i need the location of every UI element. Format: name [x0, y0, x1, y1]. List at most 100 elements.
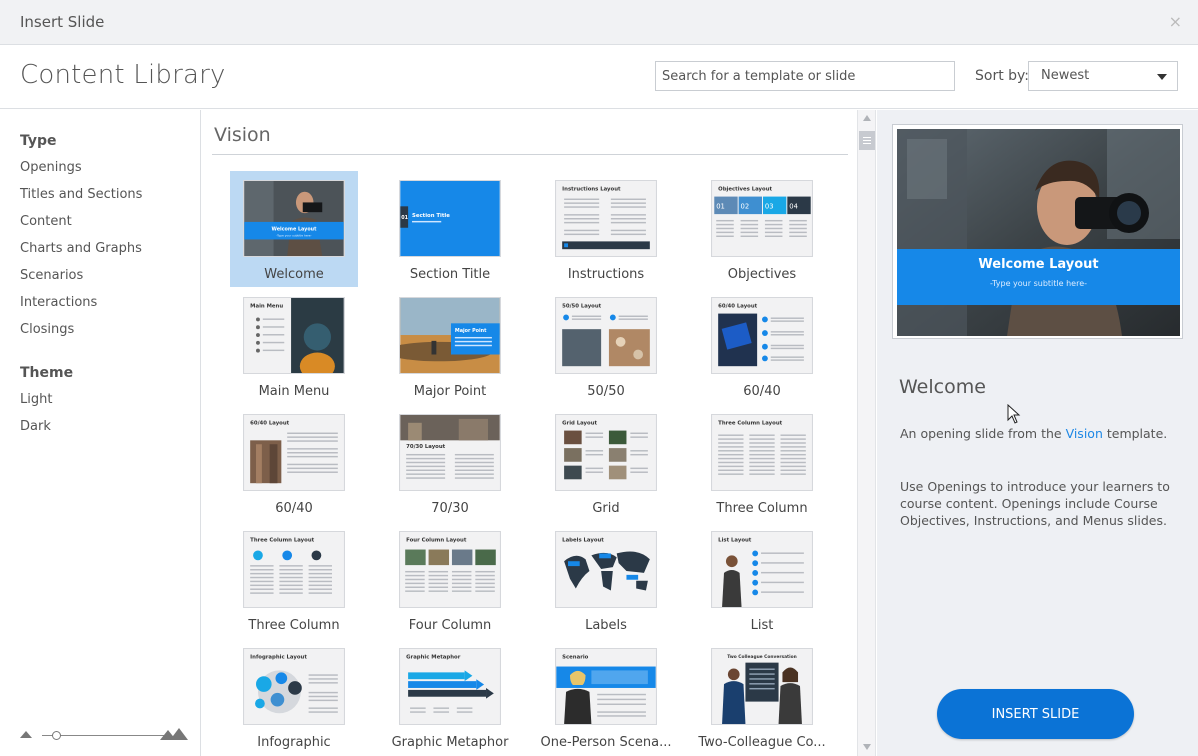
section-divider	[212, 154, 848, 155]
slide-thumbnail-image: Two Colleague Conversation	[712, 649, 812, 724]
filter-dark[interactable]: Dark	[20, 419, 51, 434]
filter-light[interactable]: Light	[20, 392, 52, 407]
preview-title: Welcome	[899, 376, 986, 398]
svg-text:Graphic Metaphor: Graphic Metaphor	[406, 655, 461, 661]
filter-openings[interactable]: Openings	[20, 160, 82, 175]
preview-source-prefix: An opening slide from the	[900, 426, 1066, 441]
window-title: Insert Slide	[20, 13, 105, 31]
tile-label: Labels	[585, 618, 627, 633]
svg-text:04: 04	[789, 202, 798, 210]
slide-thumbnail-image: Major Point	[400, 298, 500, 373]
template-tile[interactable]: Three Column Layout Three Column	[698, 405, 826, 521]
template-tile[interactable]: Four Column Layout Four Column	[386, 522, 514, 638]
slide-thumbnail-image: Infographic Layout	[244, 649, 344, 724]
slide-thumbnail: Objectives Layout 01 02 03 04	[711, 180, 813, 257]
preview-panel: Welcome Layout -Type your subtitle here-…	[877, 110, 1198, 756]
template-tile[interactable]: List Layout List	[698, 522, 826, 638]
scroll-down-icon[interactable]	[863, 744, 871, 750]
template-tile[interactable]: Graphic Metaphor Graphic Metaphor	[386, 639, 514, 755]
search-input[interactable]	[655, 61, 955, 91]
scroll-thumb[interactable]	[859, 131, 875, 150]
svg-text:Welcome Layout: Welcome Layout	[272, 227, 318, 233]
gallery-scrollbar[interactable]	[857, 110, 876, 756]
svg-text:Section Title: Section Title	[412, 213, 450, 219]
filter-interactions[interactable]: Interactions	[20, 295, 97, 310]
svg-text:Three Column Layout: Three Column Layout	[250, 538, 314, 544]
template-tile[interactable]: Welcome Layout -Type your subtitle here-…	[230, 171, 358, 287]
slide-thumbnail-image: 60/40 Layout	[244, 415, 344, 490]
svg-text:Grid Layout: Grid Layout	[562, 421, 597, 427]
slide-thumbnail-image: 50/50 Layout	[556, 298, 656, 373]
template-link[interactable]: Vision	[1066, 426, 1103, 441]
template-tile[interactable]: Two Colleague Conversation Two-Colleague…	[698, 639, 826, 755]
template-tile[interactable]: Grid Layout Grid	[542, 405, 670, 521]
tile-label: 60/40	[275, 501, 313, 516]
insert-slide-button[interactable]: INSERT SLIDE	[937, 689, 1134, 739]
title-bar: Insert Slide ×	[0, 0, 1198, 45]
slide-thumbnail: Major Point	[399, 297, 501, 374]
template-tile[interactable]: Major Point Major Point	[386, 288, 514, 404]
filter-scenarios[interactable]: Scenarios	[20, 268, 83, 283]
slide-thumbnail: Main Menu	[243, 297, 345, 374]
large-mountain-icon	[160, 728, 188, 740]
svg-text:Main Menu: Main Menu	[250, 304, 283, 310]
template-tile[interactable]: Objectives Layout 01 02 03 04 Objectives	[698, 171, 826, 287]
template-tile[interactable]: 01 Section Title Section Title	[386, 171, 514, 287]
svg-text:Major Point: Major Point	[455, 328, 487, 334]
tile-label: Graphic Metaphor	[391, 735, 509, 750]
slide-thumbnail: Labels Layout	[555, 531, 657, 608]
filter-closings[interactable]: Closings	[20, 322, 74, 337]
slide-thumbnail: Grid Layout	[555, 414, 657, 491]
slide-thumbnail: Graphic Metaphor	[399, 648, 501, 725]
template-tile[interactable]: 70/30 Layout 70/30	[386, 405, 514, 521]
svg-text:01: 01	[401, 215, 408, 221]
template-tile[interactable]: Three Column Layout Three Column	[230, 522, 358, 638]
slide-thumbnail-image: Instructions Layout	[556, 181, 656, 256]
filter-charts-graphs[interactable]: Charts and Graphs	[20, 241, 142, 256]
svg-text:50/50 Layout: 50/50 Layout	[562, 304, 601, 310]
tile-label: Infographic	[257, 735, 331, 750]
mouse-cursor-icon	[1007, 404, 1021, 424]
template-tile[interactable]: 50/50 Layout 50/50	[542, 288, 670, 404]
photographer-photo	[897, 129, 1180, 336]
slide-thumbnail: 01 Section Title	[399, 180, 501, 257]
scroll-up-icon[interactable]	[863, 115, 871, 121]
slide-thumbnail: 50/50 Layout	[555, 297, 657, 374]
slide-thumbnail-image: Three Column Layout	[244, 532, 344, 607]
template-tile[interactable]: Instructions Layout Instructions	[542, 171, 670, 287]
svg-text:Scenario: Scenario	[562, 655, 589, 661]
template-tile[interactable]: Scenario One-Person Scena...	[541, 639, 671, 755]
svg-text:Labels Layout: Labels Layout	[562, 538, 604, 544]
preview-source-suffix: template.	[1102, 426, 1168, 441]
theme-heading: Theme	[20, 365, 74, 381]
svg-text:02: 02	[741, 202, 750, 210]
slide-thumbnail: 60/40 Layout	[243, 414, 345, 491]
tile-label: 60/40	[743, 384, 781, 399]
sort-value: Newest	[1041, 68, 1090, 83]
preview-thumbnail: Welcome Layout -Type your subtitle here-	[892, 124, 1183, 339]
template-tile[interactable]: Infographic Layout Infographic	[230, 639, 358, 755]
slider-thumb[interactable]	[52, 731, 61, 740]
filter-content[interactable]: Content	[20, 214, 72, 229]
template-tile[interactable]: 60/40 Layout 60/40	[230, 405, 358, 521]
template-tile[interactable]: Labels Layout Labels	[542, 522, 670, 638]
sort-dropdown[interactable]: Newest	[1028, 61, 1178, 91]
preview-source: An opening slide from the Vision templat…	[900, 426, 1167, 441]
type-heading: Type	[20, 133, 57, 149]
svg-text:03: 03	[765, 202, 774, 210]
small-mountain-icon	[20, 731, 32, 738]
close-icon[interactable]: ×	[1169, 12, 1182, 31]
template-tile[interactable]: Main Menu Main Menu	[230, 288, 358, 404]
slide-thumbnail: Four Column Layout	[399, 531, 501, 608]
template-tile[interactable]: 60/40 Layout 60/40	[698, 288, 826, 404]
tile-label: Main Menu	[258, 384, 330, 399]
tile-label: Two-Colleague Co...	[698, 735, 826, 750]
svg-text:Instructions Layout: Instructions Layout	[562, 187, 621, 193]
slider-track[interactable]	[42, 735, 170, 736]
tile-label: Major Point	[413, 384, 487, 399]
svg-text:Infographic Layout: Infographic Layout	[250, 655, 307, 661]
slide-thumbnail: Instructions Layout	[555, 180, 657, 257]
slide-thumbnail: Scenario	[555, 648, 657, 725]
filter-titles-sections[interactable]: Titles and Sections	[20, 187, 142, 202]
thumbnail-size-slider[interactable]	[20, 726, 190, 746]
